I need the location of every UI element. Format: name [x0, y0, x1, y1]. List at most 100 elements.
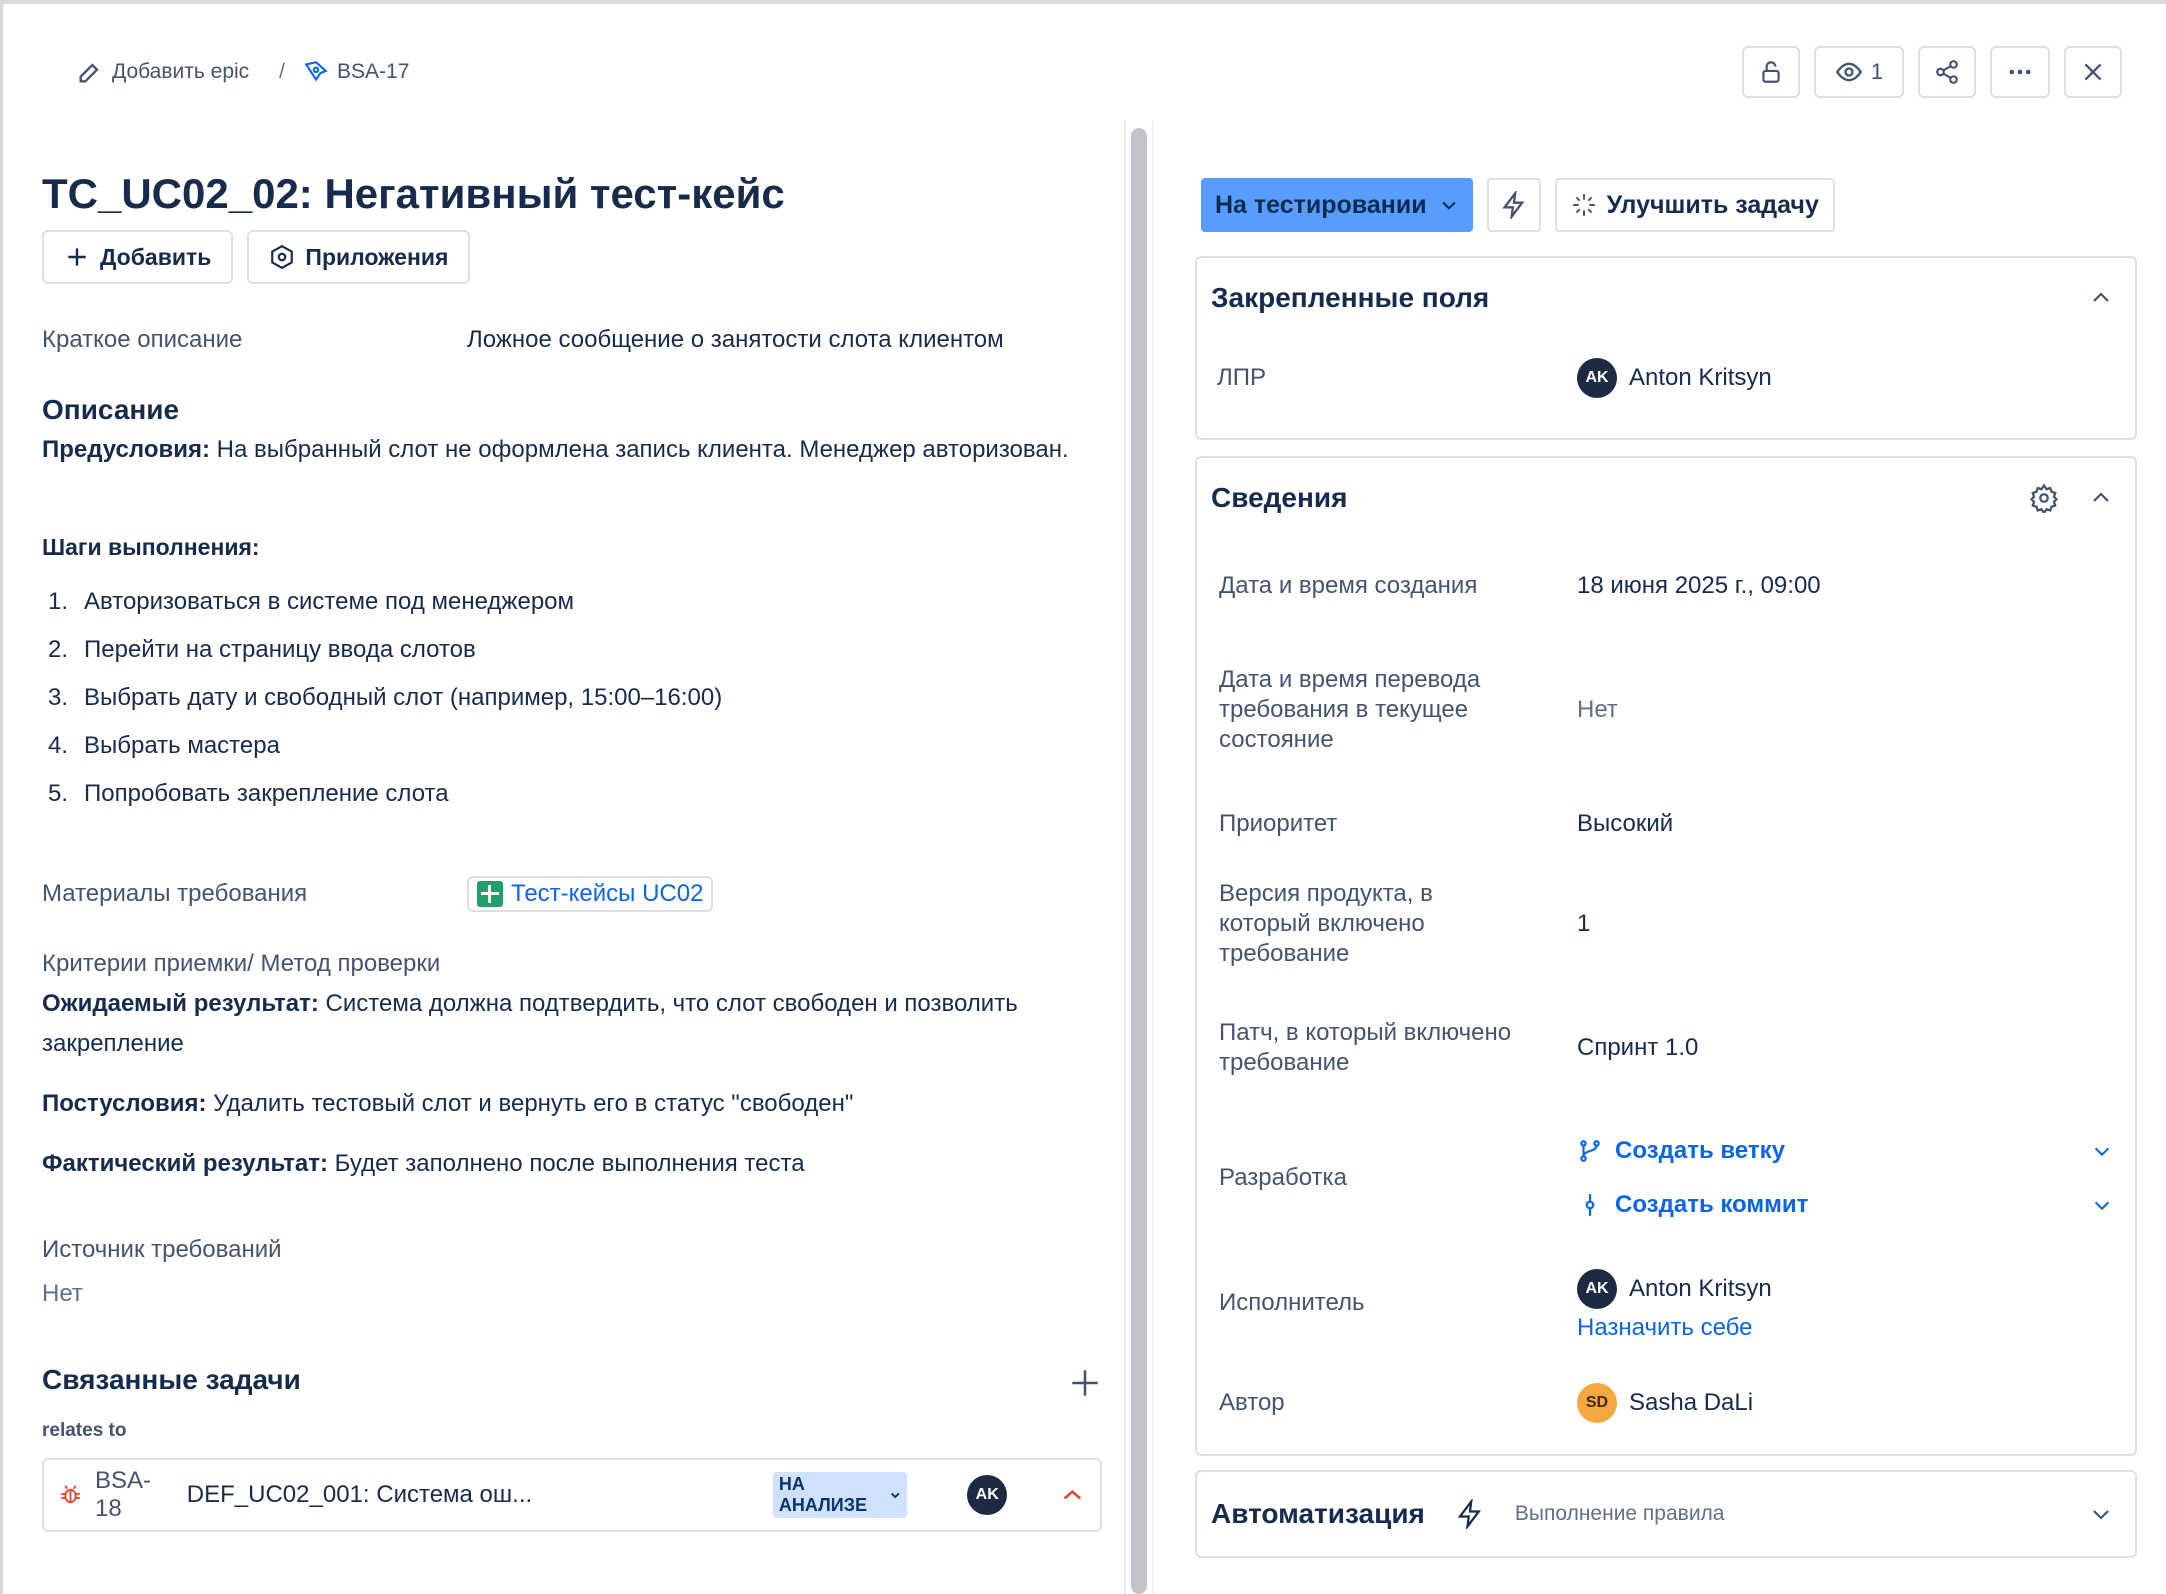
preconditions-text: На выбранный слот не оформлена запись кл…	[209, 436, 1069, 463]
author-field: Автор SD Sasha DaLi	[1197, 1360, 2135, 1446]
pinned-fields-panel: Закрепленные поля ЛПР AK Anton Kritsyn	[1195, 256, 2137, 440]
transition-value: Нет	[1577, 696, 1618, 723]
automation-title: Автоматизация	[1211, 1498, 1425, 1529]
source-value[interactable]: Нет	[42, 1280, 282, 1308]
automation-subtitle: Выполнение правила	[1514, 1502, 1725, 1525]
steps-heading: Шаги выполнения:	[42, 534, 260, 560]
transition-field: Дата и время перевода требования в текущ…	[1197, 634, 2135, 786]
postconditions[interactable]: Постусловия: Удалить тестовый слот и вер…	[42, 1084, 1082, 1124]
actual-result[interactable]: Фактический результат: Будет заполнено п…	[42, 1144, 1082, 1184]
author-value[interactable]: SD Sasha DaLi	[1577, 1383, 1753, 1423]
chevron-down-icon	[1441, 201, 1456, 210]
version-label: Версия продукта, в который включено треб…	[1219, 880, 1433, 967]
chevron-down-icon[interactable]	[2091, 1140, 2113, 1162]
issue-title[interactable]: TC_UC02_02: Негативный тест-кейс	[42, 170, 785, 218]
more-actions-button[interactable]	[1990, 46, 2050, 98]
chevron-up-icon[interactable]	[2089, 486, 2113, 510]
branch-icon	[1580, 1140, 1600, 1162]
watchers-button[interactable]: 1	[1814, 46, 1904, 98]
assign-to-me-link[interactable]: Назначить себе	[1577, 1314, 1752, 1341]
version-field: Версия продукта, в который включено треб…	[1197, 862, 2135, 986]
development-field: Разработка Создать ветку Создать коммит	[1197, 1110, 2135, 1246]
lock-button[interactable]	[1742, 46, 1800, 98]
description-preconditions[interactable]: Предусловия: На выбранный слот не оформл…	[42, 430, 1072, 470]
related-issue-summary: DEF_UC02_001: Система ош...	[186, 1481, 533, 1508]
relates-to-label: relates to	[42, 1420, 127, 1441]
assignee-value[interactable]: AK Anton Kritsyn	[1577, 1264, 1772, 1314]
expected-result[interactable]: Ожидаемый результат: Система должна подт…	[42, 984, 1082, 1064]
apps-icon	[271, 244, 294, 270]
issue-key-link[interactable]: BSA-17	[303, 59, 409, 85]
edit-icon	[79, 63, 99, 83]
chevron-down-icon	[890, 1492, 900, 1499]
author-label: Автор	[1219, 1389, 1285, 1416]
apps-button-label: Приложения	[305, 243, 449, 270]
apps-button[interactable]: Приложения	[247, 230, 471, 284]
create-commit-item[interactable]: Создать коммит	[1577, 1178, 2113, 1232]
patch-value[interactable]: Спринт 1.0	[1577, 1034, 1698, 1062]
breadcrumb: Добавить epic / BSA-17	[76, 56, 409, 88]
short-description-field: Краткое описание Ложное сообщение о заня…	[42, 326, 1082, 354]
header-toolbar: 1	[1742, 46, 2122, 98]
add-epic-link[interactable]: Добавить epic	[76, 58, 249, 86]
scrollbar-thumb[interactable]	[1131, 128, 1147, 1594]
related-issue-status[interactable]: НА АНАЛИЗЕ	[772, 1472, 908, 1518]
steps-list: 1. Авторизоваться в системе под менеджеро…	[42, 588, 722, 828]
version-value[interactable]: 1	[1577, 910, 1590, 938]
create-branch-link: Создать ветку	[1615, 1137, 1785, 1164]
related-issue-row[interactable]: BSA-18 DEF_UC02_001: Система ош... НА АН…	[42, 1458, 1102, 1532]
details-title: Сведения	[1211, 482, 1348, 513]
lightning-icon	[1457, 1499, 1481, 1529]
close-icon	[2084, 63, 2102, 81]
patch-field: Патч, в который включено требование Спри…	[1197, 986, 2135, 1110]
avatar[interactable]: AK	[967, 1475, 1008, 1515]
more-icon	[2009, 69, 2031, 75]
lpr-value[interactable]: AK Anton Kritsyn	[1577, 358, 1772, 398]
pinned-fields-header[interactable]: Закрепленные поля	[1197, 258, 2135, 338]
share-button[interactable]	[1918, 46, 1976, 98]
window-left-border	[0, 0, 3, 1594]
add-button[interactable]: Добавить	[42, 230, 234, 284]
automation-panel: Автоматизация Выполнение правила	[1195, 1470, 2137, 1558]
lpr-label: ЛПР	[1217, 364, 1267, 391]
materials-field: Материалы требования Тест-кейсы UC02	[42, 876, 1082, 912]
plus-icon	[68, 248, 86, 266]
materials-label: Материалы требования	[42, 880, 308, 907]
test-case-icon	[304, 61, 328, 82]
add-button-label: Добавить	[100, 243, 212, 270]
details-panel: Сведения Дата и время создания 18 июня 2…	[1195, 456, 2137, 1456]
patch-label: Патч, в который включено требование	[1219, 1019, 1512, 1076]
column-divider	[1152, 120, 1154, 1594]
materials-link-label: Тест-кейсы UC02	[511, 880, 704, 907]
avatar: AK	[1577, 358, 1617, 398]
status-dropdown[interactable]: На тестировании	[1201, 178, 1473, 232]
list-item: 1. Авторизоваться в системе под менеджеро…	[48, 588, 575, 615]
details-header[interactable]: Сведения	[1197, 458, 2135, 538]
issue-actions: Добавить Приложения	[42, 230, 471, 284]
spreadsheet-icon	[477, 881, 503, 907]
created-label: Дата и время создания	[1219, 572, 1478, 599]
improve-task-button[interactable]: Улучшить задачу	[1554, 178, 1835, 232]
priority-field: Приоритет Высокий	[1197, 786, 2135, 862]
list-item: 4. Выбрать мастера	[48, 732, 280, 759]
close-button[interactable]	[2064, 46, 2122, 98]
preconditions-label: Предусловия:	[42, 436, 210, 463]
issue-key-label: BSA-17	[337, 60, 410, 83]
gear-icon[interactable]	[2029, 483, 2059, 513]
share-icon	[1936, 60, 1958, 84]
chevron-down-icon[interactable]	[2091, 1194, 2113, 1216]
automation-button[interactable]	[1486, 178, 1541, 232]
short-description-label: Краткое описание	[42, 326, 243, 353]
watchers-count: 1	[1870, 59, 1884, 84]
materials-link[interactable]: Тест-кейсы UC02	[467, 876, 714, 912]
priority-value[interactable]: Высокий	[1577, 810, 1673, 838]
add-related-icon[interactable]	[1068, 1366, 1102, 1400]
avatar: AK	[1577, 1269, 1617, 1309]
status-actions: На тестировании Улучшить задачу	[1201, 178, 1835, 232]
create-branch-item[interactable]: Создать ветку	[1577, 1124, 2113, 1178]
related-issues-heading: Связанные задачи	[42, 1364, 301, 1395]
priority-label: Приоритет	[1219, 810, 1338, 837]
short-description-value[interactable]: Ложное сообщение о занятости слота клиен…	[467, 326, 1004, 354]
automation-header[interactable]: Автоматизация Выполнение правила	[1197, 1472, 2135, 1556]
create-commit-link: Создать коммит	[1615, 1191, 1809, 1218]
